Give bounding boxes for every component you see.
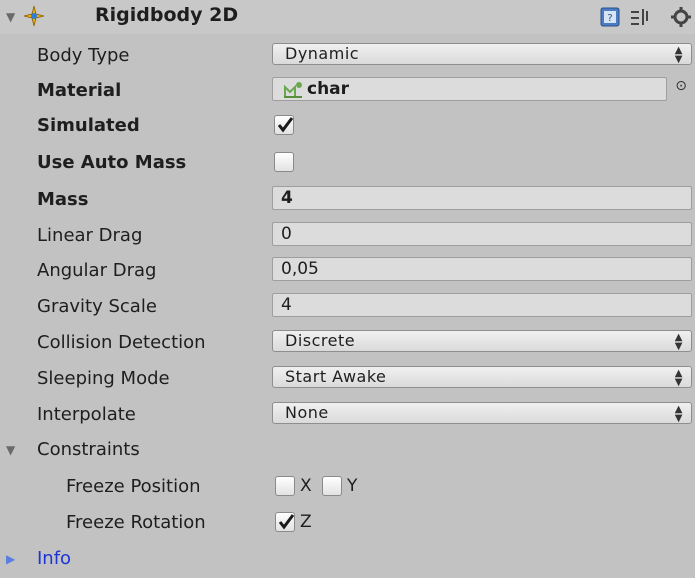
foldout-open-arrow-icon[interactable]: ▼ (6, 443, 15, 457)
constraints-label: Constraints (37, 439, 140, 460)
material-row: Material char ⊙ (0, 73, 695, 108)
interpolate-row: Interpolate None ▲ ▼ (0, 397, 695, 432)
linear-drag-row: Linear Drag 0 (0, 218, 695, 253)
use-auto-mass-row: Use Auto Mass (0, 145, 695, 180)
body-type-dropdown[interactable]: Dynamic ▲ ▼ (272, 43, 692, 65)
angular-drag-row: Angular Drag 0,05 (0, 253, 695, 288)
gear-icon[interactable] (670, 6, 692, 28)
simulated-label: Simulated (37, 115, 140, 136)
svg-text:?: ? (607, 13, 612, 24)
material-field[interactable]: char (272, 77, 667, 101)
mass-value: 4 (281, 188, 293, 208)
sleeping-mode-row: Sleeping Mode Start Awake ▲ ▼ (0, 361, 695, 396)
linear-drag-value: 0 (281, 224, 292, 244)
mass-row: Mass 4 (0, 182, 695, 217)
angular-drag-field[interactable]: 0,05 (272, 257, 692, 281)
interpolate-label: Interpolate (37, 404, 136, 425)
dropdown-arrows-icon: ▲ ▼ (674, 45, 683, 65)
freeze-position-label: Freeze Position (66, 476, 201, 497)
freeze-position-y-checkbox[interactable] (322, 476, 342, 496)
use-auto-mass-label: Use Auto Mass (37, 152, 187, 173)
freeze-rotation-z-checkbox[interactable] (275, 512, 295, 532)
mass-field[interactable]: 4 (272, 186, 692, 210)
info-label: Info (37, 548, 72, 569)
physics-material-icon (284, 82, 302, 98)
angular-drag-label: Angular Drag (37, 260, 157, 281)
linear-drag-field[interactable]: 0 (272, 222, 692, 246)
constraints-foldout[interactable]: ▼ Constraints (0, 432, 695, 467)
collision-detection-row: Collision Detection Discrete ▲ ▼ (0, 325, 695, 360)
gravity-scale-value: 4 (281, 295, 292, 315)
mass-label: Mass (37, 189, 89, 210)
material-value: char (307, 79, 350, 99)
linear-drag-label: Linear Drag (37, 225, 143, 246)
rigidbody2d-icon (23, 5, 45, 27)
component-title: Rigidbody 2D (95, 4, 239, 26)
freeze-position-y-label: Y (347, 476, 358, 496)
sleeping-mode-value: Start Awake (285, 367, 387, 386)
collision-detection-value: Discrete (285, 331, 356, 350)
collapse-arrow-icon[interactable]: ▼ (6, 10, 15, 24)
interpolate-value: None (285, 403, 329, 422)
angular-drag-value: 0,05 (281, 259, 319, 279)
freeze-rotation-z-label: Z (300, 512, 312, 532)
gravity-scale-field[interactable]: 4 (272, 293, 692, 317)
freeze-position-row: Freeze Position X Y (0, 469, 695, 504)
freeze-rotation-row: Freeze Rotation Z (0, 505, 695, 540)
interpolate-dropdown[interactable]: None ▲ ▼ (272, 402, 692, 424)
checkmark-icon (278, 514, 295, 530)
dropdown-arrows-icon: ▲ ▼ (674, 332, 683, 352)
freeze-position-x-label: X (300, 476, 312, 496)
material-label: Material (37, 80, 122, 101)
body-type-value: Dynamic (285, 44, 360, 63)
checkmark-icon (277, 117, 294, 133)
freeze-rotation-label: Freeze Rotation (66, 512, 206, 533)
sleeping-mode-label: Sleeping Mode (37, 368, 170, 389)
collision-detection-label: Collision Detection (37, 332, 206, 353)
freeze-position-x-checkbox[interactable] (275, 476, 295, 496)
component-header[interactable]: ▼ Rigidbody 2D ? (0, 0, 695, 34)
dropdown-arrows-icon: ▲ ▼ (674, 404, 683, 424)
help-icon[interactable]: ? (600, 7, 620, 27)
info-foldout[interactable]: ▶ Info (0, 541, 695, 576)
simulated-row: Simulated (0, 108, 695, 143)
collision-detection-dropdown[interactable]: Discrete ▲ ▼ (272, 330, 692, 352)
gravity-scale-label: Gravity Scale (37, 296, 157, 317)
body-type-row: Body Type Dynamic ▲ ▼ (0, 38, 695, 73)
foldout-closed-arrow-icon[interactable]: ▶ (6, 552, 15, 566)
simulated-checkbox[interactable] (274, 115, 294, 135)
object-picker-icon[interactable]: ⊙ (675, 78, 687, 94)
sleeping-mode-dropdown[interactable]: Start Awake ▲ ▼ (272, 366, 692, 388)
dropdown-arrows-icon: ▲ ▼ (674, 368, 683, 388)
gravity-scale-row: Gravity Scale 4 (0, 289, 695, 324)
use-auto-mass-checkbox[interactable] (274, 152, 294, 172)
body-type-label: Body Type (37, 45, 130, 66)
presets-icon[interactable] (630, 8, 650, 26)
